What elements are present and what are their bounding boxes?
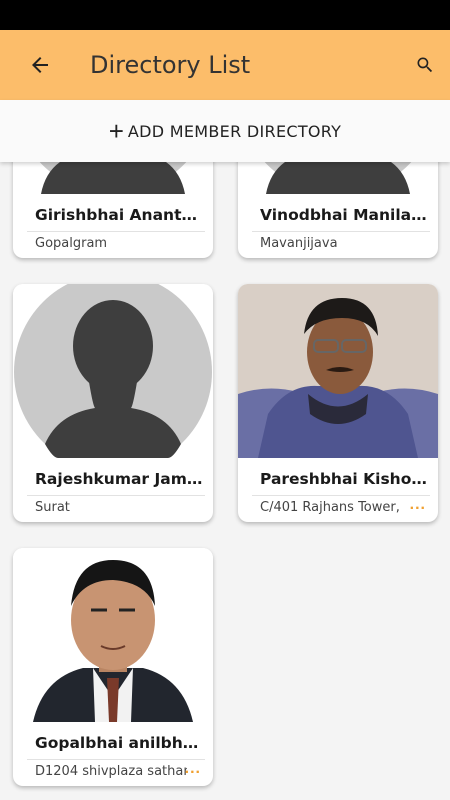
more-icon[interactable]: ... <box>410 496 426 514</box>
add-member-directory-button[interactable]: + ADD MEMBER DIRECTORY <box>0 100 450 162</box>
card-divider <box>252 231 430 232</box>
search-button[interactable] <box>400 30 450 100</box>
back-button[interactable] <box>0 30 80 100</box>
member-name: Vinodbhai Manilal D... <box>260 206 428 224</box>
member-name: Gopalbhai anilbhai ... <box>35 734 203 752</box>
placeholder-avatar-image <box>13 284 213 458</box>
member-city: Surat <box>35 500 70 515</box>
member-city: D1204 shivplaza sathan <box>35 764 187 779</box>
member-photo <box>13 548 213 722</box>
card-divider <box>27 759 205 760</box>
search-icon <box>417 57 433 73</box>
member-photo <box>238 284 438 458</box>
member-city: Gopalgram <box>35 236 108 251</box>
member-name: Rajeshkumar Jamna... <box>35 470 203 488</box>
plus-icon: + <box>108 116 124 146</box>
member-card[interactable]: Vinodbhai Manilal D... Mavanjijava <box>238 162 438 258</box>
add-member-label: ADD MEMBER DIRECTORY <box>127 121 342 141</box>
page-title: Directory List <box>90 51 251 79</box>
member-card[interactable]: Rajeshkumar Jamna... Surat <box>13 284 213 522</box>
card-divider <box>27 231 205 232</box>
member-city: Mavanjijava <box>260 236 338 251</box>
card-divider <box>27 495 205 496</box>
more-icon[interactable]: ... <box>185 760 201 778</box>
placeholder-avatar-image <box>13 162 213 194</box>
member-card[interactable]: Girishbhai Anantrai ... Gopalgram <box>13 162 213 258</box>
status-bar <box>0 0 450 30</box>
placeholder-avatar-image <box>238 162 438 194</box>
member-name: Girishbhai Anantrai ... <box>35 206 203 224</box>
member-grid[interactable]: Girishbhai Anantrai ... Gopalgram Vinodb… <box>0 162 450 800</box>
card-divider <box>252 495 430 496</box>
member-card[interactable]: Gopalbhai anilbhai ... D1204 shivplaza s… <box>13 548 213 786</box>
member-name: Pareshbhai Kishorb... <box>260 470 428 488</box>
member-city: C/401 Rajhans Tower, <box>260 500 400 515</box>
arrow-back-icon <box>32 57 48 73</box>
app-bar: Directory List <box>0 30 450 100</box>
member-card[interactable]: Pareshbhai Kishorb... C/401 Rajhans Towe… <box>238 284 438 522</box>
